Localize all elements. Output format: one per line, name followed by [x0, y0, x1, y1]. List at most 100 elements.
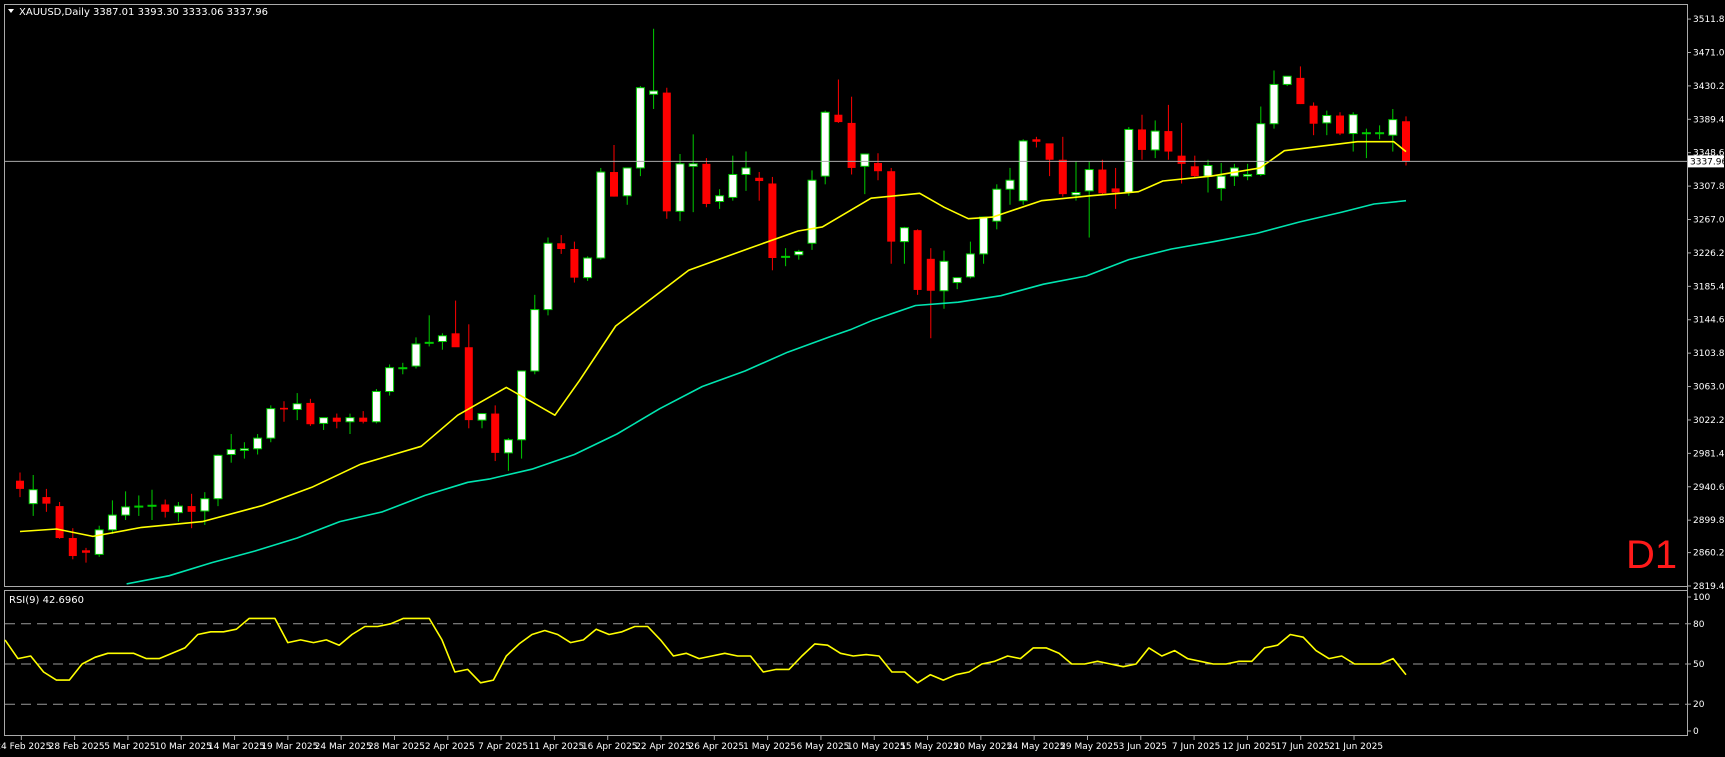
candle [280, 401, 288, 422]
candle-body-up [517, 370, 527, 441]
candlestick-series [16, 28, 1410, 563]
candle [161, 499, 170, 518]
price-axis[interactable]: 3511.803471.003430.203389.403348.603307.… [1687, 15, 1725, 592]
price-tick-label: 2860.20 [1693, 549, 1725, 559]
candle-body-down [491, 413, 500, 453]
candle [464, 324, 473, 429]
candle [820, 110, 830, 185]
candle [16, 472, 24, 498]
candle [794, 249, 804, 260]
candle-body-up [794, 250, 804, 256]
price-tick-label: 3267.00 [1693, 216, 1725, 226]
candle [1150, 120, 1160, 159]
candle [398, 362, 408, 375]
candle-body-up [741, 167, 751, 175]
time-tick-label: 29 May 2025 [1060, 742, 1119, 752]
time-tick-label: 7 Jun 2025 [1172, 742, 1220, 752]
candle-body-up [134, 505, 144, 508]
candle-body-down [332, 417, 341, 422]
candle-body-up [477, 413, 487, 421]
candle [596, 167, 606, 260]
candle-body-up [939, 260, 949, 292]
candle [266, 405, 276, 443]
candle-body-up [952, 277, 962, 284]
candle [768, 176, 777, 271]
candle-body-up [437, 335, 447, 343]
candle-body-up [1018, 140, 1028, 202]
price-tick-label: 3144.60 [1693, 316, 1725, 326]
trading-chart[interactable]: 3511.803471.003430.203389.403348.603307.… [0, 0, 1725, 757]
candle [1322, 110, 1332, 136]
candle [345, 413, 355, 435]
time-tick-label: 28 Mar 2025 [368, 742, 425, 752]
price-tick-label: 3471.00 [1693, 48, 1725, 58]
price-tick-label: 2899.80 [1693, 516, 1725, 526]
candle [1071, 161, 1081, 201]
time-tick-label: 7 Apr 2025 [478, 742, 528, 752]
rsi-line [4, 617, 1407, 684]
candle-body-up [1322, 115, 1332, 124]
candle [807, 170, 817, 250]
candle-body-up [94, 529, 104, 555]
candle-body-down [82, 550, 90, 553]
candle [1098, 159, 1107, 195]
candle [887, 167, 896, 264]
candle [755, 172, 764, 201]
time-tick-label: 17 Jun 2025 [1276, 742, 1330, 752]
candle-body-up [596, 171, 606, 259]
candle-body-up [292, 403, 302, 410]
candle [437, 333, 447, 350]
candle-body-up [424, 341, 434, 344]
price-tick-label: 3389.40 [1693, 115, 1725, 125]
candle [635, 86, 645, 177]
time-axis[interactable]: 24 Feb 202528 Feb 2025 5 Mar 2025 10 Mar 2… [0, 736, 1383, 752]
current-price-label: 3337.96 [1690, 157, 1725, 167]
candle-body-up [1150, 130, 1160, 151]
time-tick-label: 15 May 2025 [900, 742, 959, 752]
time-tick-label: 11 Apr 2025 [529, 742, 585, 752]
candle-body-up [1361, 132, 1371, 135]
candle-body-down [610, 172, 618, 197]
candle-body-down [1309, 105, 1318, 124]
candle-body-up [820, 111, 830, 177]
candle-body-down [702, 163, 711, 204]
candle-body-down [662, 92, 671, 212]
candle [239, 442, 249, 459]
price-tick-label: 3103.80 [1693, 349, 1725, 359]
candle-body-down [755, 177, 764, 182]
candle [28, 474, 38, 516]
time-tick-label: 24 Mar 2025 [315, 742, 372, 752]
candle [332, 413, 341, 429]
candle [1336, 112, 1344, 136]
candle [82, 547, 90, 563]
candle-body-up [213, 454, 223, 500]
ma-slow-line [126, 199, 1407, 585]
candle-body-down [1177, 155, 1186, 164]
candle-body-up [345, 417, 355, 423]
candle [424, 315, 434, 347]
candle-body-up [860, 153, 870, 167]
candle-body-up [253, 437, 263, 450]
symbol-dropdown-icon[interactable] [8, 9, 14, 13]
candle-body-down [1402, 121, 1410, 162]
candle [253, 434, 263, 455]
timeframe-watermark: D1 [1626, 533, 1677, 577]
candle-body-up [173, 505, 183, 514]
rsi-axis[interactable]: 100 80 50 20 0 [1687, 593, 1710, 737]
candle [543, 237, 553, 316]
candle-body-down [451, 333, 460, 348]
candle-body-down [926, 258, 935, 291]
candle-body-up [503, 439, 513, 454]
candle-body-down [280, 407, 288, 410]
candle [583, 256, 593, 281]
candle-body-up [1388, 119, 1398, 136]
candle [557, 235, 566, 254]
candle [702, 158, 711, 208]
time-tick-label: 6 May 2025 [796, 742, 849, 752]
candle [741, 151, 751, 191]
candle [1229, 163, 1239, 186]
candle [517, 370, 527, 459]
candle-body-down [1336, 115, 1344, 134]
candle-body-up [319, 417, 329, 424]
candle-body-down [913, 230, 922, 290]
